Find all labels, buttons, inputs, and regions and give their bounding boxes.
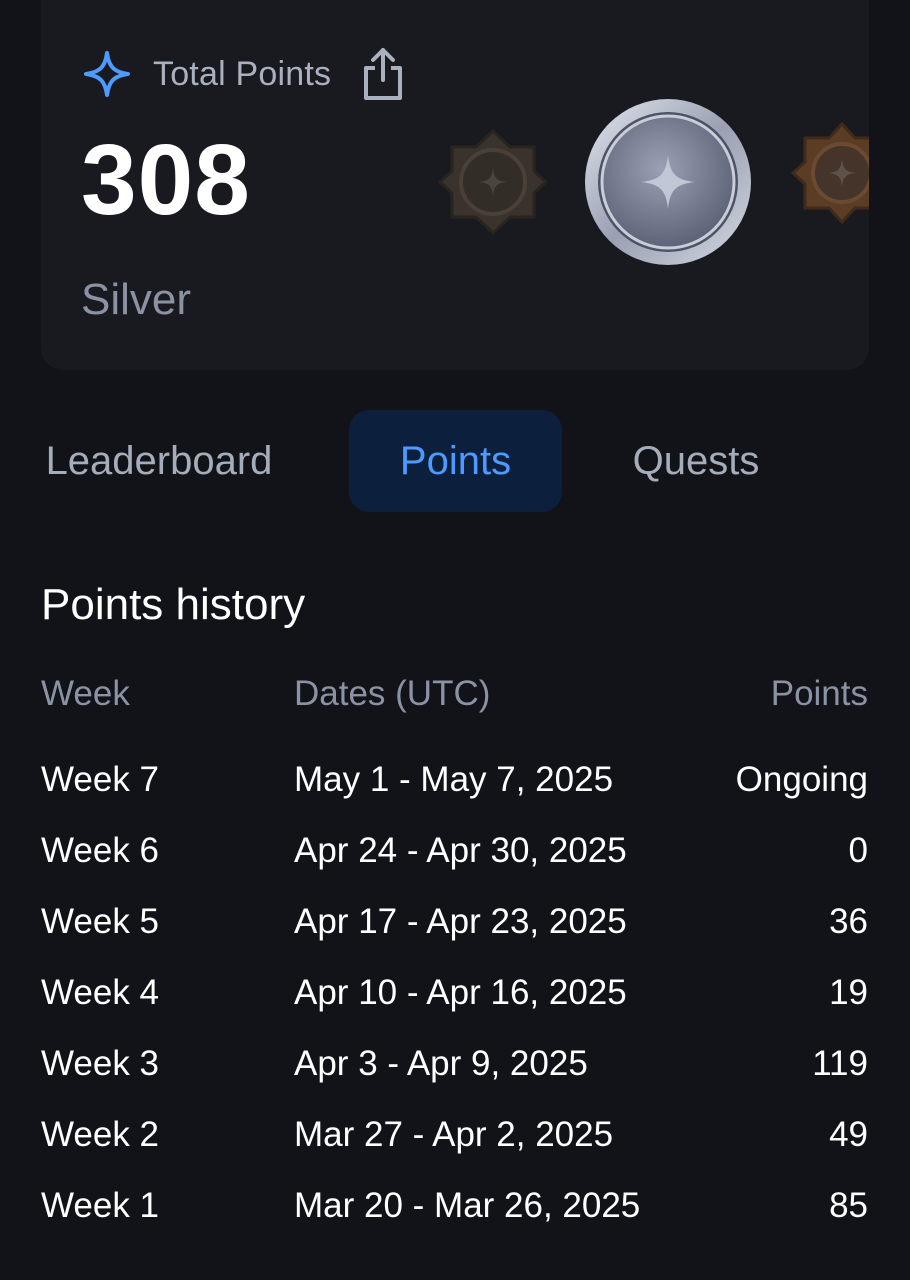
- table-row: Week 4 Apr 10 - Apr 16, 2025 19: [41, 969, 868, 1040]
- points-cell: 119: [812, 1044, 868, 1083]
- dates-cell: Mar 20 - Mar 26, 2025: [294, 1186, 641, 1225]
- sparkle-icon: [83, 50, 131, 98]
- dates-cell: May 1 - May 7, 2025: [294, 760, 614, 799]
- column-header-points: Points: [770, 674, 868, 713]
- points-cell: 36: [829, 902, 868, 941]
- bronze-badge-icon: [436, 125, 550, 239]
- dates-cell: Mar 27 - Apr 2, 2025: [294, 1115, 614, 1154]
- table-header: Week Dates (UTC) Points: [41, 670, 868, 756]
- week-cell: Week 3: [41, 1044, 160, 1083]
- table-row: Week 2 Mar 27 - Apr 2, 2025 49: [41, 1111, 868, 1182]
- column-header-week: Week: [41, 674, 130, 713]
- points-cell: 85: [829, 1186, 868, 1225]
- total-points-header: Total Points: [83, 46, 405, 102]
- week-cell: Week 6: [41, 831, 160, 870]
- tab-leaderboard[interactable]: Leaderboard: [20, 410, 298, 512]
- week-cell: Week 2: [41, 1115, 160, 1154]
- tier-label: Silver: [81, 275, 192, 324]
- week-cell: Week 4: [41, 973, 160, 1012]
- week-cell: Week 5: [41, 902, 160, 941]
- points-cell: 0: [848, 831, 868, 870]
- week-cell: Week 7: [41, 760, 160, 799]
- week-cell: Week 1: [41, 1186, 160, 1225]
- dates-cell: Apr 17 - Apr 23, 2025: [294, 902, 627, 941]
- table-row: Week 1 Mar 20 - Mar 26, 2025 85: [41, 1182, 868, 1253]
- gold-badge-icon: [789, 120, 869, 226]
- points-cell: 19: [829, 973, 868, 1012]
- silver-badge-icon: [581, 95, 756, 270]
- total-points-label: Total Points: [153, 54, 332, 93]
- total-points-value: 308: [81, 124, 251, 236]
- table-row: Week 6 Apr 24 - Apr 30, 2025 0: [41, 827, 868, 898]
- points-history-title: Points history: [41, 580, 306, 629]
- column-header-dates: Dates (UTC): [294, 674, 491, 713]
- table-row: Week 7 May 1 - May 7, 2025 Ongoing: [41, 756, 868, 827]
- dates-cell: Apr 3 - Apr 9, 2025: [294, 1044, 588, 1083]
- dates-cell: Apr 24 - Apr 30, 2025: [294, 831, 627, 870]
- share-icon[interactable]: [361, 46, 405, 102]
- points-history-table: Week Dates (UTC) Points Week 7 May 1 - M…: [41, 670, 868, 1253]
- table-row: Week 3 Apr 3 - Apr 9, 2025 119: [41, 1040, 868, 1111]
- points-cell: Ongoing: [735, 760, 868, 799]
- total-points-card: Total Points 308 Silver: [41, 0, 869, 370]
- tab-bar: Leaderboard Points Quests: [0, 410, 910, 512]
- dates-cell: Apr 10 - Apr 16, 2025: [294, 973, 627, 1012]
- table-row: Week 5 Apr 17 - Apr 23, 2025 36: [41, 898, 868, 969]
- tab-points[interactable]: Points: [349, 410, 562, 512]
- points-cell: 49: [829, 1115, 868, 1154]
- tab-quests[interactable]: Quests: [600, 410, 792, 512]
